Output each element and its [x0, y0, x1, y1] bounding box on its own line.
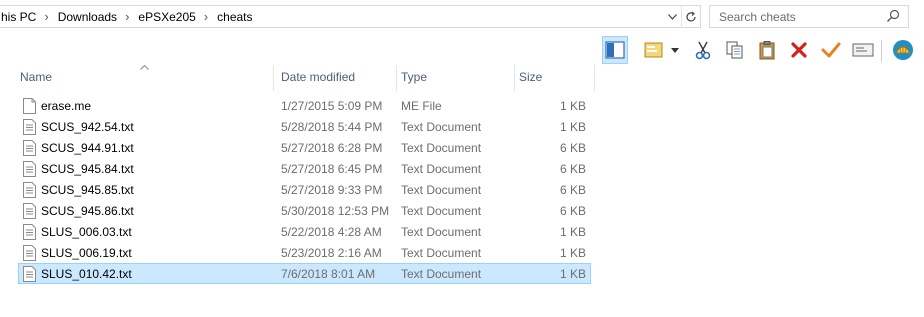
file-type: Text Document: [401, 267, 482, 281]
file-date: 5/23/2018 2:16 AM: [281, 246, 382, 260]
file-type: ME File: [401, 99, 442, 113]
file-type: Text Document: [401, 204, 482, 218]
file-date: 1/27/2015 5:09 PM: [281, 99, 383, 113]
file-size: 1 KB: [559, 120, 586, 134]
properties-icon[interactable]: [642, 36, 668, 64]
breadcrumb-epsxe205[interactable]: ePSXe205: [137, 10, 196, 24]
file-size: 6 KB: [559, 183, 586, 197]
file-date: 5/27/2018 6:45 PM: [281, 162, 383, 176]
copy-icon[interactable]: [722, 36, 748, 64]
file-name[interactable]: SCUS_945.85.txt: [41, 183, 134, 197]
breadcrumb-separator-icon[interactable]: ›: [44, 9, 48, 24]
breadcrumb-separator-icon[interactable]: ›: [204, 9, 208, 24]
file-row[interactable]: SCUS_945.84.txt 5/27/2018 6:45 PM Text D…: [18, 158, 591, 179]
file-type: Text Document: [401, 183, 482, 197]
column-header-size[interactable]: Size: [515, 65, 595, 91]
file-name[interactable]: SLUS_006.19.txt: [41, 246, 132, 260]
search-placeholder[interactable]: Search cheats: [719, 10, 796, 24]
checkmark-icon[interactable]: [818, 36, 844, 64]
column-header-date[interactable]: Date modified: [277, 65, 397, 91]
file-row[interactable]: erase.me 1/27/2015 5:09 PM ME File 1 KB: [18, 95, 591, 116]
file-name[interactable]: SLUS_010.42.txt: [41, 267, 132, 281]
breadcrumb-cheats[interactable]: cheats: [216, 10, 253, 24]
file-date: 5/27/2018 9:33 PM: [281, 183, 383, 197]
text-file-icon: [23, 140, 36, 156]
file-size: 1 KB: [559, 225, 586, 239]
text-file-icon: [23, 119, 36, 135]
address-bar[interactable]: his PC › Downloads › ePSXe205 › cheats: [0, 5, 701, 28]
text-file-icon: [23, 266, 36, 282]
file-name[interactable]: SCUS_942.54.txt: [41, 120, 134, 134]
file-type: Text Document: [401, 141, 482, 155]
address-history-dropdown-icon[interactable]: [663, 6, 681, 27]
file-name[interactable]: SLUS_006.03.txt: [41, 225, 132, 239]
file-icon: [23, 98, 36, 114]
file-row[interactable]: SCUS_942.54.txt 5/28/2018 5:44 PM Text D…: [18, 116, 591, 137]
file-size: 1 KB: [559, 99, 586, 113]
file-date: 7/6/2018 8:01 AM: [281, 267, 376, 281]
text-file-icon: [23, 161, 36, 177]
properties-dropdown-icon[interactable]: [668, 36, 682, 64]
cut-icon[interactable]: [690, 36, 716, 64]
search-box[interactable]: Search cheats: [709, 5, 909, 28]
file-type: Text Document: [401, 225, 482, 239]
refresh-icon[interactable]: [681, 6, 699, 27]
file-date: 5/28/2018 5:44 PM: [281, 120, 383, 134]
text-file-icon: [23, 245, 36, 261]
file-date: 5/22/2018 4:28 AM: [281, 225, 382, 239]
file-row[interactable]: SCUS_945.85.txt 5/27/2018 9:33 PM Text D…: [18, 179, 591, 200]
file-name[interactable]: SCUS_945.84.txt: [41, 162, 134, 176]
file-date: 5/27/2018 6:28 PM: [281, 141, 383, 155]
breadcrumb-downloads[interactable]: Downloads: [57, 10, 118, 24]
file-row-selected[interactable]: SLUS_010.42.txt 7/6/2018 8:01 AM Text Do…: [18, 263, 591, 284]
file-size: 6 KB: [559, 141, 586, 155]
file-row[interactable]: SCUS_945.86.txt 5/30/2018 12:53 PM Text …: [18, 200, 591, 221]
file-type: Text Document: [401, 246, 482, 260]
layout-pane-icon[interactable]: [602, 36, 628, 64]
file-list: erase.me 1/27/2015 5:09 PM ME File 1 KB …: [18, 95, 591, 284]
delete-icon[interactable]: [786, 36, 812, 64]
text-file-icon: [23, 203, 36, 219]
file-row[interactable]: SLUS_006.03.txt 5/22/2018 4:28 AM Text D…: [18, 221, 591, 242]
file-size: 1 KB: [559, 267, 586, 281]
shell-icon[interactable]: [890, 36, 916, 64]
file-name[interactable]: SCUS_945.86.txt: [41, 204, 134, 218]
breadcrumb-this-pc[interactable]: his PC: [0, 10, 37, 24]
breadcrumb-separator-icon[interactable]: ›: [125, 9, 129, 24]
file-row[interactable]: SLUS_006.19.txt 5/23/2018 2:16 AM Text D…: [18, 242, 591, 263]
column-header-name[interactable]: Name: [16, 65, 274, 91]
rename-icon[interactable]: [850, 36, 876, 64]
file-size: 6 KB: [559, 204, 586, 218]
file-type: Text Document: [401, 120, 482, 134]
breadcrumb: his PC › Downloads › ePSXe205 › cheats: [0, 6, 254, 27]
paste-icon[interactable]: [754, 36, 780, 64]
file-row[interactable]: SCUS_944.91.txt 5/27/2018 6:28 PM Text D…: [18, 137, 591, 158]
file-size: 1 KB: [559, 246, 586, 260]
file-date: 5/30/2018 12:53 PM: [281, 204, 390, 218]
file-size: 6 KB: [559, 162, 586, 176]
text-file-icon: [23, 224, 36, 240]
file-name[interactable]: SCUS_944.91.txt: [41, 141, 134, 155]
text-file-icon: [23, 182, 36, 198]
search-icon[interactable]: [886, 9, 900, 23]
toolbar-divider: [881, 40, 882, 62]
file-type: Text Document: [401, 162, 482, 176]
column-header-type[interactable]: Type: [397, 65, 515, 91]
file-name[interactable]: erase.me: [41, 99, 91, 113]
